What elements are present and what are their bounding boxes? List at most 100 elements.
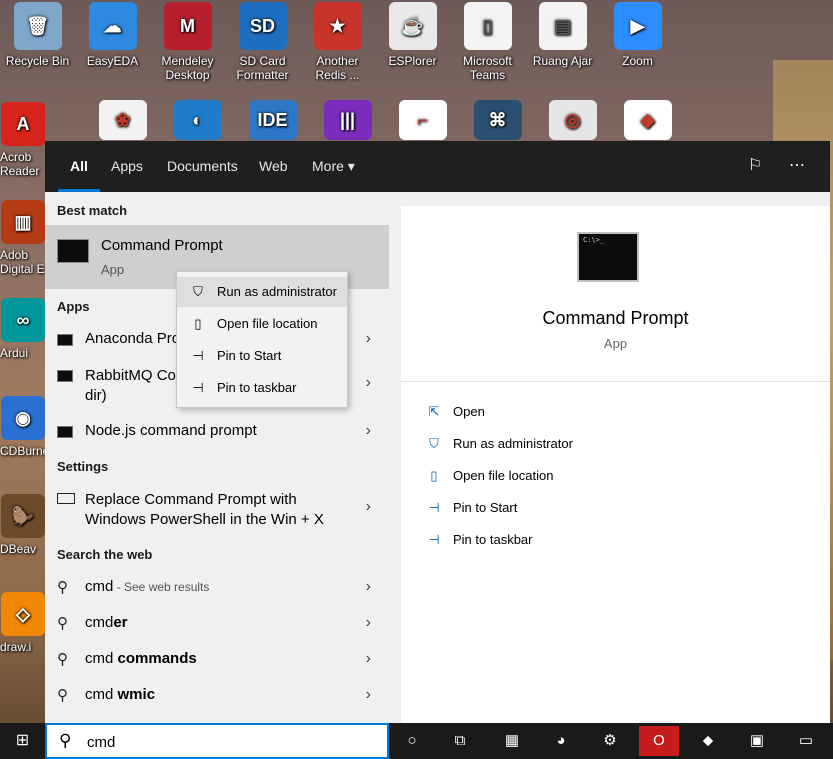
web-suffix: er [113,614,128,631]
desktop-app-icon: ▶ [613,2,662,50]
app-blue-circle-icon[interactable]: ◕ [541,726,581,756]
web-suggestion[interactable]: ⚲ cmd commands › [45,650,389,674]
desktop-shortcut-label: Ardui [0,346,29,360]
chevron-right-icon[interactable]: › [366,650,371,668]
desktop-shortcut[interactable]: ▶ Zoom [600,0,675,68]
anaconda-prompt-icon [57,334,73,346]
app-green-icon[interactable]: ▦ [492,726,532,756]
desktop-shortcut-label: CDBurne [0,444,50,458]
desktop-shortcut-label: Another Redis ... [315,54,360,82]
taskbar: ⊞ ⚲ cmd ○ ⧉ ▦ ◕ ⚙ O ⬥ ▣ ▭ [0,723,833,759]
chevron-right-icon[interactable]: › [366,614,371,632]
chevron-right-icon[interactable]: › [366,374,371,392]
search-tab-bar: All Apps Documents Web More ▾ ⚐ ⋯ [45,141,830,192]
desktop-shortcut[interactable]: ❀ [85,98,160,144]
action-pin-to-start[interactable]: ⊣ Pin to Start [425,496,725,520]
desktop-shortcut[interactable]: ☕ ESPlorer [375,0,450,68]
pin-icon: ⊣ [192,380,204,395]
action-open-file-location[interactable]: ▯ Open file location [425,464,725,488]
desktop-shortcut[interactable]: SD SD Card Formatter [225,0,300,82]
desktop-shortcut[interactable]: ▥ Adob Digital E [0,198,45,276]
web-suggestion[interactable]: ⚲ cmd wmic › [45,686,389,710]
desktop-shortcut[interactable]: 🗑 Recycle Bin [0,0,75,68]
desktop-shortcut[interactable]: ◆ [610,98,685,144]
chevron-right-icon[interactable]: › [366,686,371,704]
desktop-app-icon: ☁ [88,2,137,50]
desktop-shortcut[interactable]: ◎ [535,98,610,144]
desktop-shortcut-label: Mendeley Desktop [161,54,214,82]
desktop-shortcut[interactable]: ∞ Ardui [0,296,45,360]
tab-documents[interactable]: Documents [167,141,238,192]
list-item[interactable]: Node.js command prompt › [45,422,389,446]
chevron-right-icon[interactable]: › [366,422,371,440]
desktop-app-icon: SD [238,2,287,50]
app-label: Anaconda Pro [85,330,181,347]
desktop-shortcut-label: Microsoft Teams [463,54,512,82]
windows-start-icon[interactable]: ⊞ [0,723,45,759]
desktop-app-icon: ◉ [1,396,45,440]
desktop-shortcut[interactable]: ◐ [160,98,235,144]
chevron-right-icon[interactable]: › [366,578,371,596]
cortana-icon[interactable]: ○ [392,726,432,756]
taskbar-search-input[interactable]: ⚲ cmd [45,723,389,759]
context-label: Open file location [217,316,318,331]
action-run-as-admin[interactable]: ⛉ Run as administrator [425,432,725,456]
web-suggestion[interactable]: ⚲ cmd - See web results › [45,578,389,602]
context-open-file-location[interactable]: ▯ Open file location [177,309,347,339]
desktop-shortcut[interactable]: A Acrob Reader [0,100,45,178]
tab-apps[interactable]: Apps [111,141,143,192]
desktop-shortcut[interactable]: ☁ EasyEDA [75,0,150,68]
settings-heading: Settings [57,459,109,474]
network-user-icon[interactable]: ⚙ [590,726,630,756]
search-icon: ⚲ [57,615,68,632]
apps-heading: Apps [57,299,90,314]
desktop-shortcut[interactable]: ||| [310,98,385,144]
command-prompt-large-icon [577,232,639,282]
desktop-shortcut-label: Ruang Ajar [532,54,593,68]
desktop-shortcut[interactable]: ◉ CDBurne [0,394,50,458]
desktop-app-icon: ∞ [1,298,45,342]
web-query: cmd [85,578,114,595]
id-card-app-icon[interactable]: ▣ [737,726,777,756]
action-label: Open [453,404,485,419]
tab-web[interactable]: Web [259,141,288,192]
chevron-right-icon[interactable]: › [366,498,371,516]
detail-subtitle: App [603,336,628,351]
chevron-right-icon[interactable]: › [366,330,371,348]
desktop-shortcut[interactable]: ▯ Microsoft Teams [450,0,525,82]
desktop-shortcut[interactable]: ▤ Ruang Ajar [525,0,600,68]
opera-icon[interactable]: O [639,726,679,756]
context-run-as-admin[interactable]: ⛉ Run as administrator [177,277,347,307]
audio-app-icon: ||| [323,100,372,140]
desktop-app-icon: ▤ [538,2,587,50]
file-explorer-icon[interactable]: ▭ [786,726,826,756]
mongodb-icon: ◆ [623,100,672,140]
task-view-icon[interactable]: ⧉ [440,726,480,756]
network-app-icon: ⌘ [473,100,522,140]
desktop-shortcut[interactable]: IDE [235,98,310,144]
action-pin-to-taskbar[interactable]: ⊣ Pin to taskbar [425,528,725,552]
more-options-icon[interactable]: ⋯ [786,155,808,177]
web-suffix: - See web results [113,580,210,594]
action-open[interactable]: ⇱ Open [425,400,725,424]
desktop-shortcut[interactable]: ⌘ [460,98,535,144]
desktop-shortcut[interactable]: ★ Another Redis ... [300,0,375,82]
desktop-shortcut-label: Zoom [622,54,653,68]
context-label: Pin to Start [217,348,282,363]
web-suggestion[interactable]: ⚲ cmder › [45,614,389,638]
context-pin-to-taskbar[interactable]: ⊣ Pin to taskbar [177,373,347,403]
desktop-shortcut-label: draw.i [0,640,32,654]
tab-more[interactable]: More ▾ [312,141,355,192]
desktop-shortcut[interactable]: 🦫 DBeav [0,492,45,556]
settings-item[interactable]: Replace Command Prompt with Windows Powe… [45,490,389,534]
desktop-shortcut[interactable]: ⌐ [385,98,460,144]
feedback-icon[interactable]: ⚐ [744,155,766,177]
desktop-shortcut[interactable]: M Mendeley Desktop [150,0,225,82]
web-suffix: wmic [117,686,156,703]
context-pin-to-start[interactable]: ⊣ Pin to Start [177,341,347,371]
app-label: RabbitMQ Co dir) [85,367,176,404]
dice-app-icon[interactable]: ⬥ [688,726,728,756]
webcam-app-icon: ◎ [548,100,597,140]
tab-all[interactable]: All [58,141,100,192]
desktop-shortcut[interactable]: ◇ draw.i [0,590,45,654]
